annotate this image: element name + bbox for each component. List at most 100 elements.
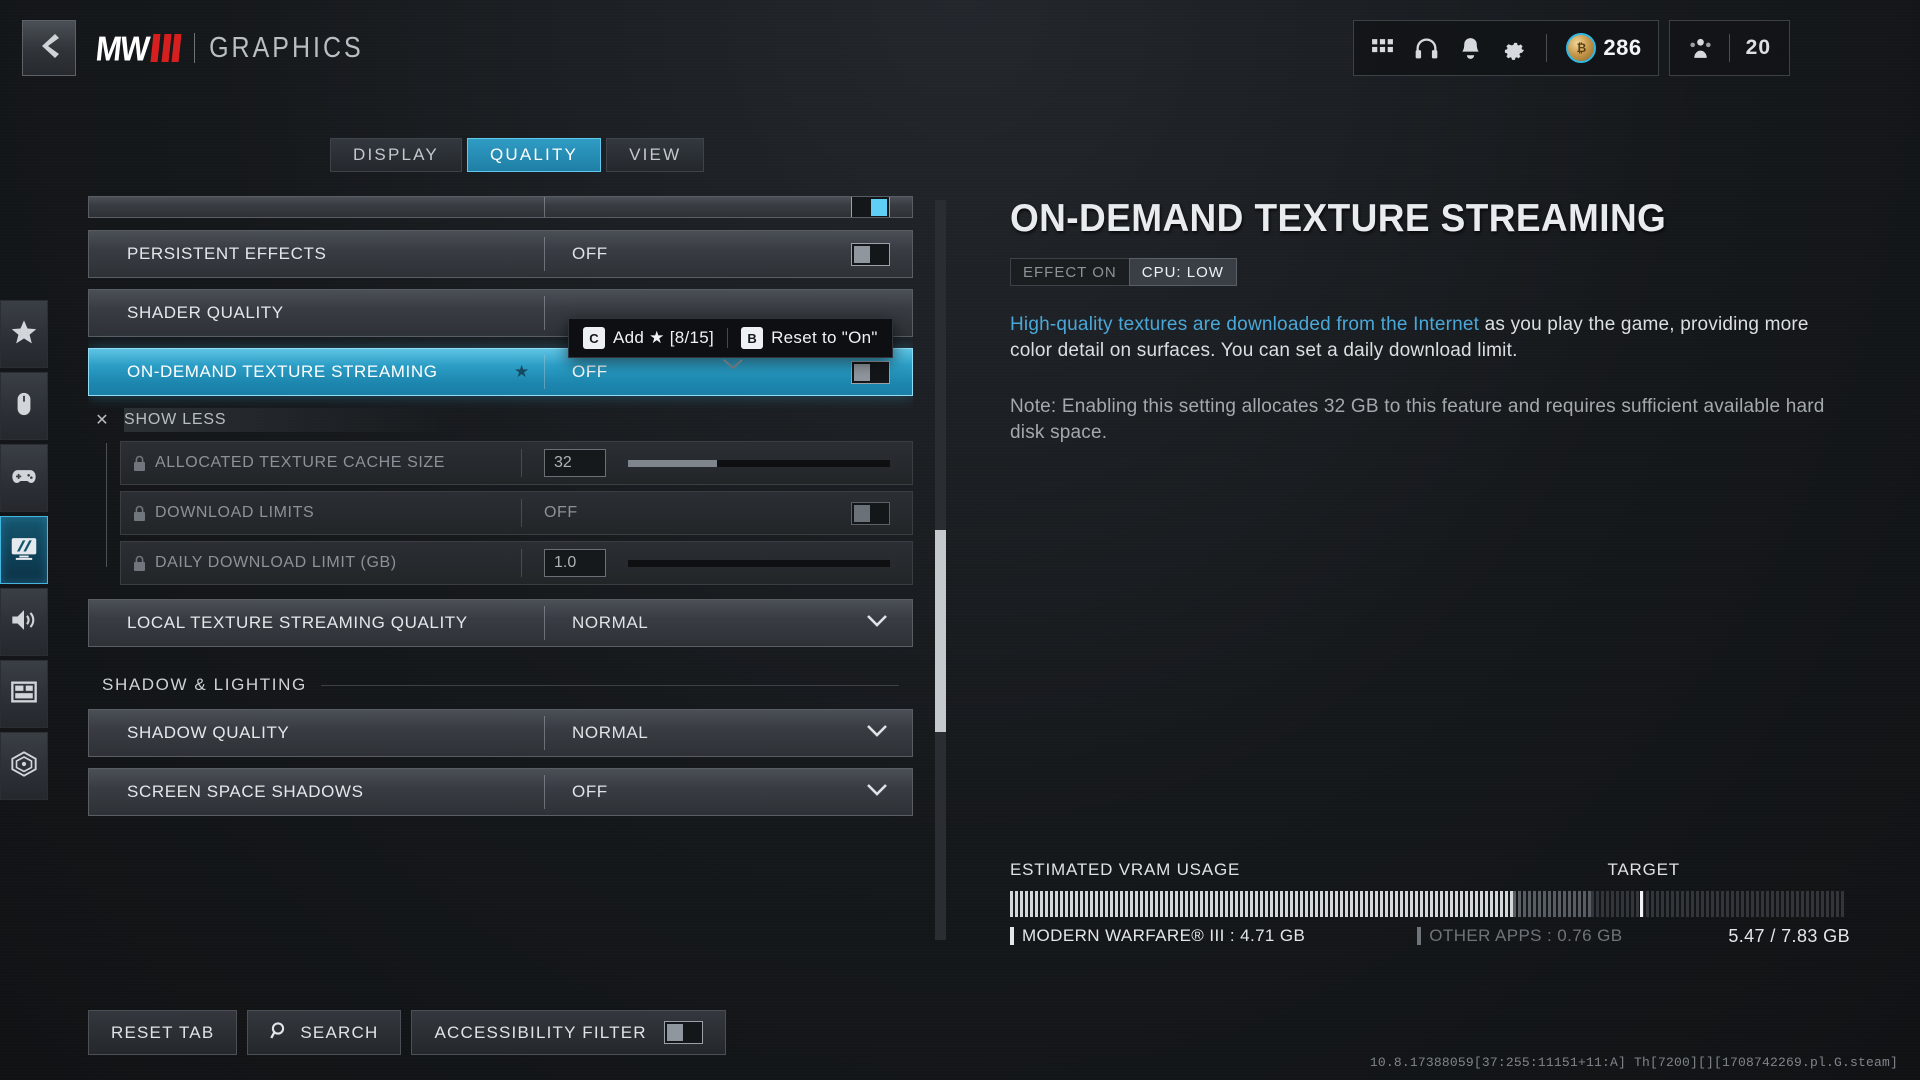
sidebar-item-graphics[interactable] [0, 516, 48, 584]
vram-legend: MODERN WARFARE® III : 4.71 GB OTHER APPS… [1010, 926, 1850, 946]
key-badge-b: B [741, 327, 764, 349]
chevron-down-icon[interactable] [866, 724, 888, 743]
bottom-action-bar: RESET TAB SEARCH ACCESSIBILITY FILTER [88, 1010, 726, 1055]
prompt-reset[interactable]: B Reset to "On" [741, 327, 878, 349]
row-toggle[interactable] [851, 242, 890, 266]
slider-track[interactable] [628, 559, 890, 567]
row-label: DOWNLOAD LIMITS [155, 504, 315, 521]
settings-row-clipped[interactable] [88, 196, 913, 218]
show-less-label: SHOW LESS [124, 408, 457, 432]
chevron-down-icon[interactable] [866, 783, 888, 802]
reset-tab-button[interactable]: RESET TAB [88, 1010, 238, 1055]
slider-track[interactable] [628, 459, 890, 467]
settings-row-persistent-effects[interactable]: PERSISTENT EFFECTS OFF [88, 230, 913, 278]
row-value: OFF [572, 782, 608, 801]
row-divider [521, 549, 522, 577]
accessibility-filter-toggle[interactable] [663, 1021, 703, 1044]
value-box[interactable]: 1.0 [544, 549, 606, 577]
sub-row-daily-download-limit[interactable]: DAILY DOWNLOAD LIMIT (GB) 1.0 [120, 541, 913, 585]
sidebar-item-favorites[interactable] [0, 300, 48, 368]
sub-row-download-limits[interactable]: DOWNLOAD LIMITS OFF [120, 491, 913, 535]
gamepad-icon [10, 462, 38, 495]
row-value: OFF [572, 244, 608, 263]
status-box-squad: 20 [1668, 20, 1790, 76]
tab-bar: DISPLAY QUALITY VIEW [330, 138, 705, 172]
lock-icon [133, 555, 146, 572]
vram-usage-panel: ESTIMATED VRAM USAGE TARGET MODERN WARFA… [1010, 860, 1850, 946]
cod-points-value: 286 [1603, 35, 1642, 60]
sidebar-item-telemetry[interactable] [0, 732, 48, 800]
squad-divider [1728, 34, 1730, 62]
cod-points[interactable]: ₿ 286 [1566, 33, 1641, 63]
tab-quality[interactable]: QUALITY [466, 138, 602, 172]
section-header-shadow-lighting: SHADOW & LIGHTING [102, 675, 913, 695]
row-toggle[interactable] [851, 360, 890, 384]
back-button[interactable] [22, 20, 76, 76]
sidebar-item-interface[interactable] [0, 660, 48, 728]
headphones-icon[interactable] [1414, 36, 1439, 61]
settings-row-local-texture-streaming-quality[interactable]: LOCAL TEXTURE STREAMING QUALITY NORMAL [88, 599, 913, 647]
tab-display[interactable]: DISPLAY [330, 138, 462, 172]
settings-row-shadow-quality[interactable]: SHADOW QUALITY NORMAL [88, 709, 913, 757]
row-toggle[interactable] [851, 501, 890, 525]
mouse-icon [10, 390, 38, 423]
monitor-icon [10, 534, 38, 567]
grid-apps-icon[interactable] [1370, 36, 1395, 61]
detail-panel: ON-DEMAND TEXTURE STREAMING EFFECT ON CP… [1010, 196, 1850, 446]
tab-view[interactable]: VIEW [606, 138, 705, 172]
prompt-add-favorite[interactable]: C Add ★ [8/15] [583, 327, 714, 349]
settings-scrollbar-thumb[interactable] [935, 530, 946, 732]
detail-title: ON-DEMAND TEXTURE STREAMING [1010, 196, 1667, 240]
button-prompt-tooltip: C Add ★ [8/15] B Reset to "On" [568, 318, 893, 358]
favorite-star-icon[interactable]: ★ [514, 362, 529, 382]
vram-segment-other-apps [1513, 891, 1591, 917]
vram-header: ESTIMATED VRAM USAGE TARGET [1010, 860, 1850, 880]
vram-segment-game [1010, 891, 1513, 917]
sidebar-item-audio[interactable] [0, 588, 48, 656]
chevron-left-icon [38, 33, 60, 64]
close-icon[interactable]: ✕ [92, 410, 112, 430]
row-value: OFF [544, 504, 578, 521]
logo-divider [194, 33, 196, 63]
row-toggle[interactable] [851, 197, 890, 217]
mw3-logo: MW GRAPHICS [94, 26, 364, 70]
accessibility-filter-label: ACCESSIBILITY FILTER [434, 1022, 647, 1042]
vram-segment-free [1591, 891, 1844, 917]
build-version-string: 10.8.17388059[37:255:11151+11:A] Th[7200… [1369, 1055, 1898, 1070]
row-value: NORMAL [572, 613, 649, 632]
detail-badges: EFFECT ON CPU: LOW [1010, 258, 1850, 286]
sub-row-allocated-texture-cache-size[interactable]: ALLOCATED TEXTURE CACHE SIZE 32 [120, 441, 913, 485]
prompt-divider [727, 328, 729, 348]
settings-row-screen-space-shadows[interactable]: SCREEN SPACE SHADOWS OFF [88, 768, 913, 816]
sidebar-item-controller[interactable] [0, 444, 48, 512]
tooltip-arrow-icon [722, 357, 744, 370]
vram-label: ESTIMATED VRAM USAGE [1010, 860, 1241, 879]
search-label: SEARCH [300, 1022, 379, 1042]
section-title: SHADOW & LIGHTING [102, 675, 307, 694]
settings-gear-icon[interactable] [1502, 36, 1527, 61]
row-label: SHADOW QUALITY [127, 723, 290, 742]
vram-bar [1010, 891, 1850, 917]
row-value: NORMAL [572, 723, 649, 742]
show-less-control[interactable]: ✕ SHOW LESS [88, 407, 913, 433]
row-label: LOCAL TEXTURE STREAMING QUALITY [127, 613, 468, 632]
search-button[interactable]: SEARCH [247, 1010, 402, 1055]
accessibility-filter-button[interactable]: ACCESSIBILITY FILTER [411, 1010, 726, 1055]
detail-note: Note: Enabling this setting allocates 32… [1010, 396, 1825, 443]
settings-scrollbar-track[interactable] [935, 200, 946, 940]
top-bar: MW GRAPHICS ₿ 286 20 [0, 0, 1920, 96]
value-box[interactable]: 32 [544, 449, 606, 477]
lock-icon [133, 505, 146, 522]
sidebar-item-mouse-keyboard[interactable] [0, 372, 48, 440]
vram-legend-other: OTHER APPS : 0.76 GB [1417, 926, 1622, 946]
row-label: PERSISTENT EFFECTS [127, 244, 327, 263]
notifications-bell-icon[interactable] [1458, 36, 1483, 61]
vram-legend-game-label: MODERN WARFARE® III : 4.71 GB [1022, 926, 1306, 945]
status-box-primary: ₿ 286 [1353, 20, 1659, 76]
lock-icon [133, 455, 146, 472]
row-label: SCREEN SPACE SHADOWS [127, 782, 364, 801]
chevron-down-icon[interactable] [866, 614, 888, 633]
squad-count: 20 [1745, 36, 1771, 59]
page-title: GRAPHICS [209, 31, 364, 64]
squad-icon[interactable] [1688, 36, 1713, 61]
